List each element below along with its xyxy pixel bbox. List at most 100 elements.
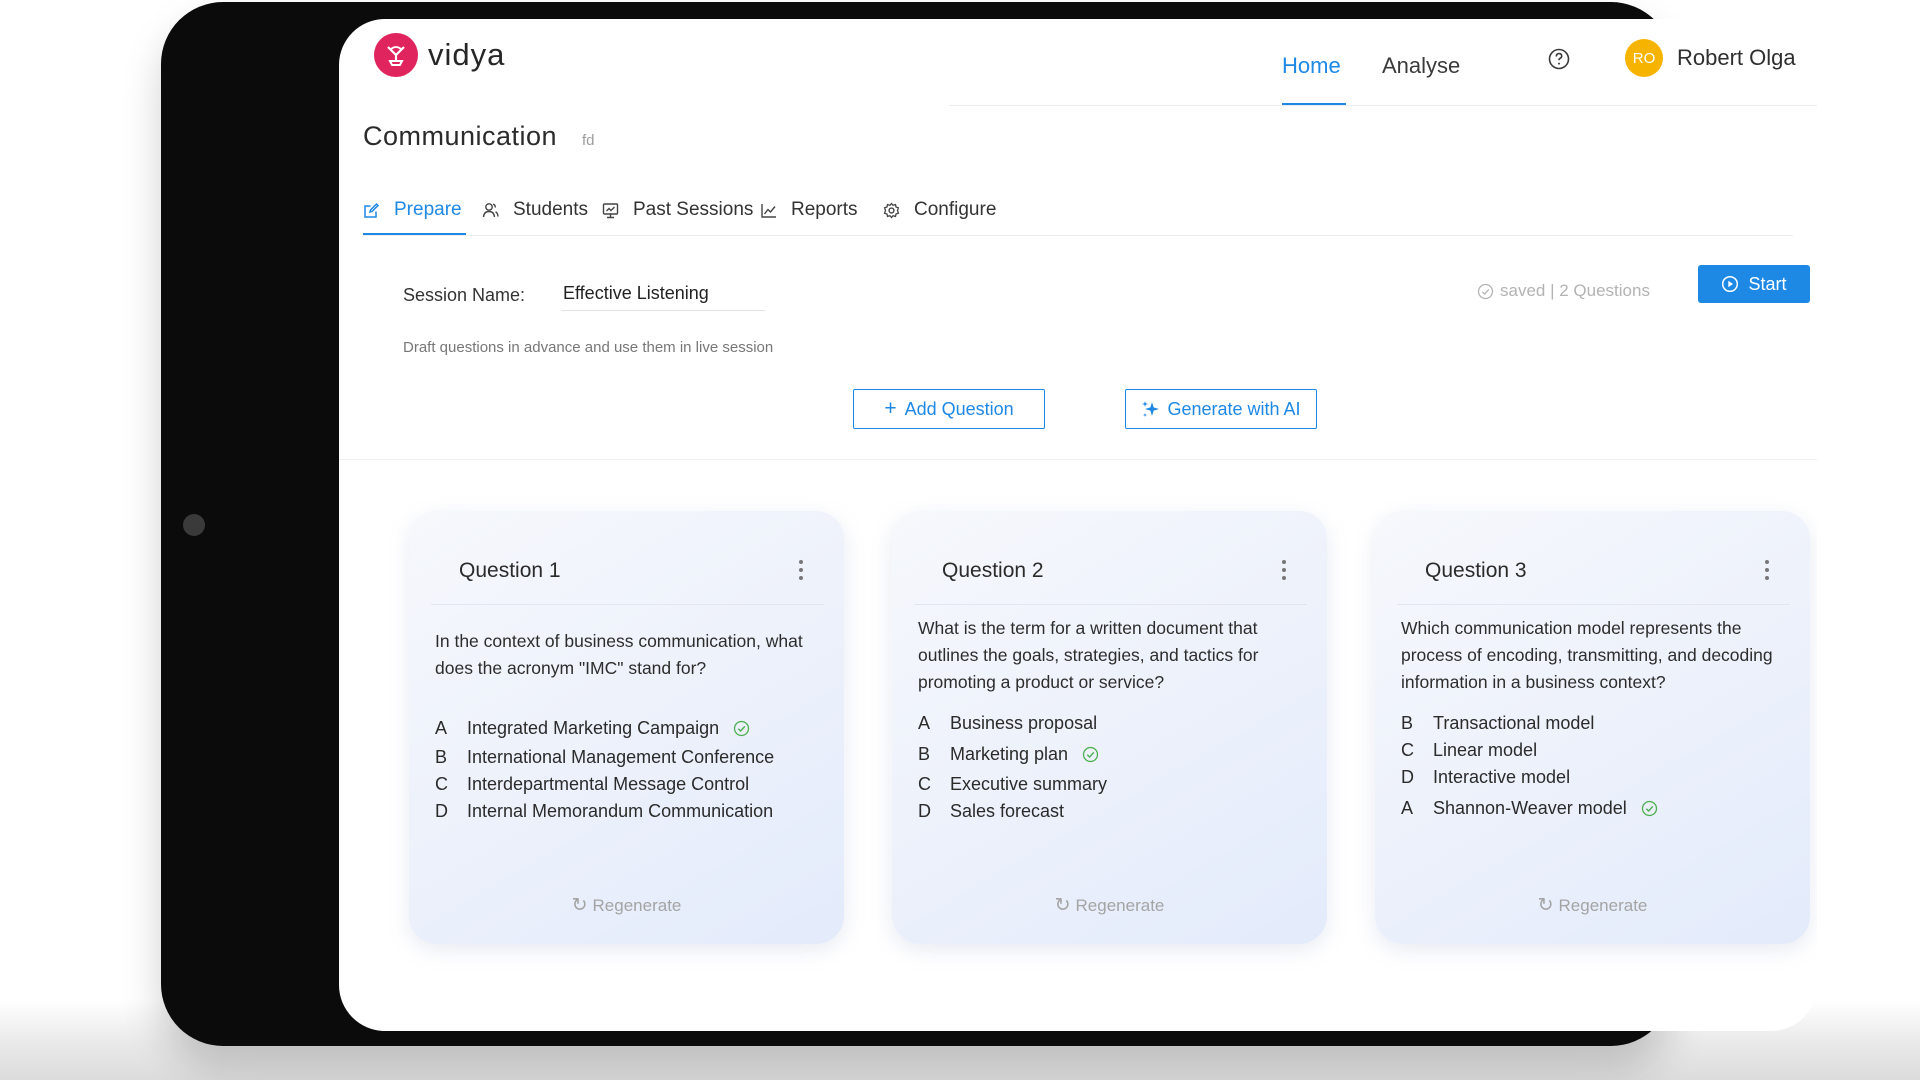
question-card: Question 3 Which communication model rep… [1375, 511, 1810, 944]
option-row[interactable]: D Sales forecast [918, 801, 1064, 822]
question-text: In the context of business communication… [435, 631, 803, 678]
option-row[interactable]: D Internal Memorandum Communication [435, 801, 773, 822]
more-options-icon[interactable] [1759, 557, 1775, 585]
tabs-divider [363, 235, 1793, 236]
app-screen: vidya Home Analyse RO Robert Olga Commun… [339, 19, 1817, 1031]
option-text: Interactive model [1433, 767, 1571, 787]
option-row[interactable]: B Transactional model [1401, 713, 1594, 734]
add-question-label: Add Question [904, 398, 1014, 419]
refresh-icon: ↻ [1054, 895, 1071, 916]
refresh-icon: ↻ [1537, 895, 1554, 916]
card-divider [1397, 604, 1790, 605]
regenerate-label: Regenerate [1075, 895, 1165, 915]
header-divider [949, 105, 1817, 106]
help-icon[interactable] [1548, 48, 1570, 70]
option-text: Interdepartmental Message Control [467, 774, 750, 794]
brand-name: vidya [428, 37, 506, 72]
regenerate-button[interactable]: ↻ Regenerate [892, 894, 1327, 917]
avatar[interactable]: RO [1625, 39, 1663, 77]
tab-label: Configure [914, 199, 997, 220]
option-letter: C [1401, 740, 1414, 760]
option-letter: C [435, 774, 448, 794]
option-text: Shannon-Weaver model [1433, 798, 1627, 818]
students-icon [482, 202, 499, 217]
correct-check-icon [733, 720, 750, 737]
tab-configure[interactable]: Configure [883, 199, 996, 221]
page-title: Communication [363, 121, 558, 151]
content-divider [339, 459, 1817, 460]
regenerate-button[interactable]: ↻ Regenerate [409, 894, 844, 917]
option-row[interactable]: C Interdepartmental Message Control [435, 774, 749, 795]
plus-icon: + [884, 397, 897, 420]
tab-label: Prepare [394, 199, 462, 220]
question-title: Question 3 [1425, 559, 1527, 582]
past-sessions-icon [602, 202, 619, 218]
correct-check-icon [1082, 746, 1099, 763]
option-letter: D [1401, 767, 1414, 787]
option-row[interactable]: A Integrated Marketing Campaign [435, 718, 750, 739]
card-divider [914, 604, 1307, 605]
session-name-input[interactable] [561, 277, 765, 311]
question-text: What is the term for a written document … [918, 618, 1259, 692]
option-text: Linear model [1433, 740, 1538, 760]
nav-home[interactable]: Home [1282, 53, 1341, 79]
helper-text: Draft questions in advance and use them … [403, 339, 774, 356]
option-row[interactable]: B International Management Conference [435, 747, 774, 768]
regenerate-label: Regenerate [592, 895, 682, 915]
add-question-button[interactable]: + Add Question [853, 389, 1045, 429]
tab-reports[interactable]: Reports [760, 199, 858, 221]
tab-label: Reports [791, 199, 858, 220]
generate-ai-label: Generate with AI [1167, 398, 1301, 419]
tablet-frame: vidya Home Analyse RO Robert Olga Commun… [161, 2, 1817, 1046]
nav-analyse[interactable]: Analyse [1382, 53, 1460, 79]
regenerate-label: Regenerate [1558, 895, 1648, 915]
option-row[interactable]: A Business proposal [918, 713, 1097, 734]
tab-label: Past Sessions [633, 199, 754, 220]
save-status: saved | 2 Questions [1477, 281, 1650, 301]
brand[interactable]: vidya [374, 33, 505, 77]
user-name[interactable]: Robert Olga [1677, 45, 1796, 71]
option-text: Transactional model [1433, 713, 1595, 733]
tab-past-sessions[interactable]: Past Sessions [602, 199, 753, 221]
page-code: fd [582, 132, 595, 149]
option-letter: C [918, 774, 931, 794]
option-letter: B [1401, 713, 1414, 733]
regenerate-button[interactable]: ↻ Regenerate [1375, 894, 1810, 917]
gear-icon [883, 201, 900, 219]
option-letter: D [918, 801, 931, 821]
camera-icon [183, 514, 205, 536]
tab-students[interactable]: Students [482, 199, 588, 221]
generate-ai-button[interactable]: Generate with AI [1125, 389, 1317, 429]
session-name-label: Session Name: [403, 285, 526, 305]
option-text: International Management Conference [467, 747, 775, 767]
card-divider [431, 604, 824, 605]
option-text: Internal Memorandum Communication [467, 801, 774, 821]
tab-label: Students [513, 199, 588, 220]
vidya-logo-icon [374, 33, 418, 77]
question-card: Question 2 What is the term for a writte… [892, 511, 1327, 944]
option-letter: A [1401, 798, 1414, 818]
option-letter: D [435, 801, 448, 821]
option-row[interactable]: C Executive summary [918, 774, 1107, 795]
option-row[interactable]: A Shannon-Weaver model [1401, 798, 1658, 819]
option-letter: B [918, 744, 931, 764]
option-row[interactable]: C Linear model [1401, 740, 1537, 761]
option-text: Marketing plan [950, 744, 1069, 764]
option-text: Sales forecast [950, 801, 1065, 821]
chart-line-icon [761, 203, 776, 218]
option-letter: A [435, 718, 448, 738]
option-letter: B [435, 747, 448, 767]
tab-prepare[interactable]: Prepare [363, 199, 462, 221]
option-text: Integrated Marketing Campaign [467, 718, 720, 738]
more-options-icon[interactable] [1276, 557, 1292, 585]
refresh-icon: ↻ [571, 895, 588, 916]
option-row[interactable]: D Interactive model [1401, 767, 1570, 788]
correct-check-icon [1641, 800, 1657, 817]
question-card: Question 1 In the context of business co… [409, 511, 844, 944]
start-button[interactable]: Start [1698, 265, 1810, 303]
more-options-icon[interactable] [793, 557, 809, 585]
check-circle-icon [1477, 283, 1494, 299]
start-label: Start [1748, 273, 1787, 294]
option-row[interactable]: B Marketing plan [918, 744, 1099, 765]
save-status-text: saved | 2 Questions [1500, 281, 1650, 300]
